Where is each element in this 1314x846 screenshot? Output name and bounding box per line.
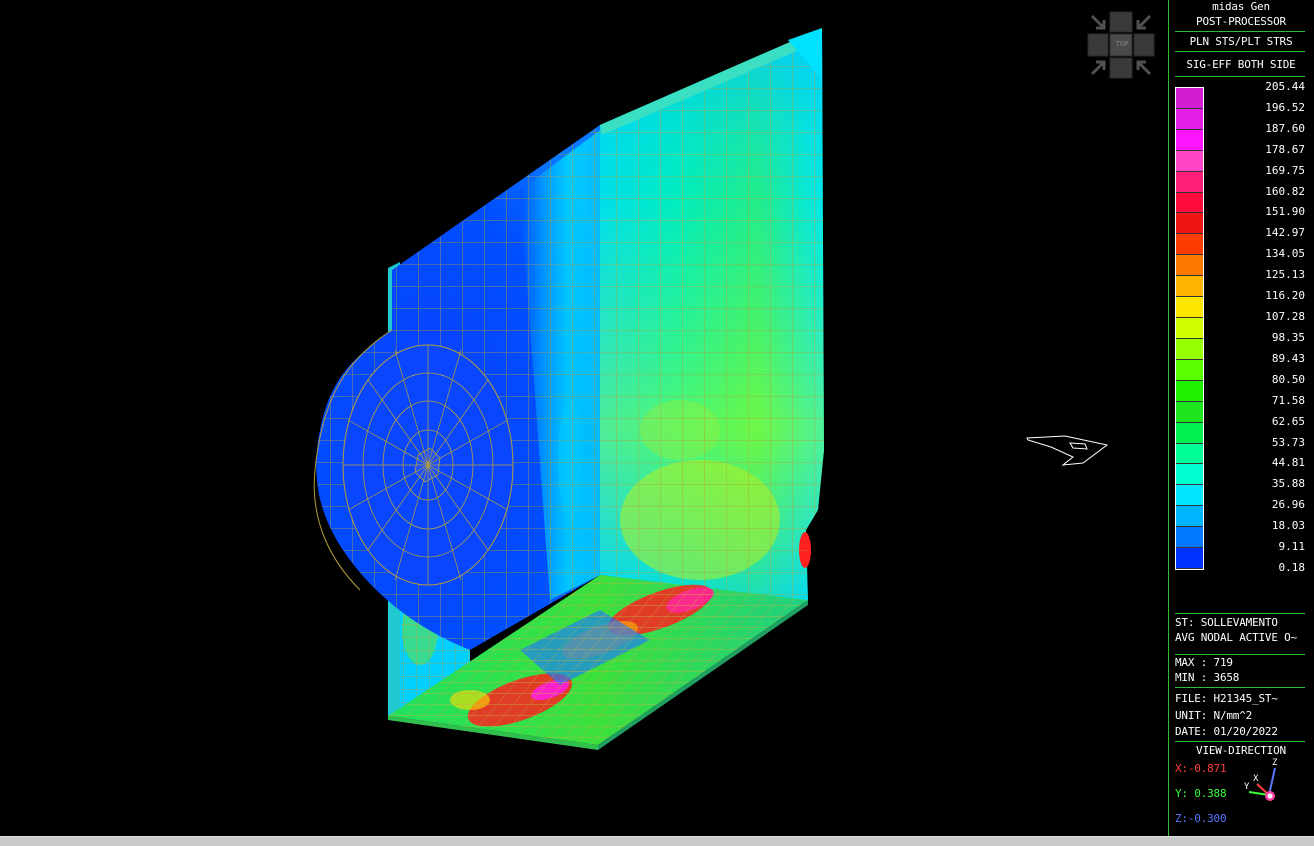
legend-value: 151.90	[1265, 205, 1305, 219]
legend-color-band	[1176, 401, 1203, 423]
legend-value: 53.73	[1271, 435, 1305, 449]
view-direction-x: X:-0.871	[1175, 762, 1227, 775]
legend-value: 9.11	[1278, 540, 1306, 554]
legend-color-band	[1176, 255, 1203, 277]
legend-value: 0.18	[1278, 561, 1306, 574]
legend-color-band	[1176, 88, 1203, 109]
max-label: MAX : 719	[1175, 656, 1233, 669]
divider	[1175, 741, 1305, 742]
mode-label: POST-PROCESSOR	[1196, 15, 1286, 28]
legend-color-band	[1176, 359, 1203, 381]
legend-value: 187.60	[1265, 121, 1305, 135]
axis-x-label: X	[1253, 774, 1259, 784]
legend-value: 71.58	[1271, 393, 1305, 407]
legend-value: 98.35	[1271, 330, 1305, 344]
axis-y-label: Y	[1244, 782, 1250, 792]
legend-color-band	[1176, 527, 1203, 549]
legend-color-band	[1176, 108, 1203, 130]
legend-color-band	[1176, 506, 1203, 528]
result-type: PLN STS/PLT STRS	[1189, 35, 1293, 48]
legend-color-band	[1176, 129, 1203, 151]
view-cube-top-label[interactable]: TOP	[1112, 40, 1132, 48]
contour-legend-bar	[1175, 87, 1204, 570]
file-label: FILE: H21345_ST~	[1175, 692, 1278, 705]
legend-color-band	[1176, 276, 1203, 298]
legend-color-band	[1176, 192, 1203, 214]
legend-color-band	[1176, 213, 1203, 235]
legend-value: 89.43	[1271, 351, 1305, 365]
date-label: DATE: 01/20/2022	[1175, 725, 1278, 738]
min-label: MIN : 3658	[1175, 671, 1240, 684]
legend-value: 196.52	[1265, 100, 1305, 114]
divider	[1175, 51, 1305, 52]
legend-color-band	[1176, 297, 1203, 319]
cursor-frame-outline	[1025, 435, 1111, 470]
model-viewport[interactable]: TOP	[0, 0, 1168, 836]
legend-color-band	[1176, 548, 1203, 569]
divider	[1175, 654, 1305, 655]
legend-value: 178.67	[1265, 142, 1305, 156]
legend-color-band	[1176, 150, 1203, 172]
legend-value: 205.44	[1265, 80, 1305, 93]
unit-label: UNIT: N/mm^2	[1175, 709, 1253, 722]
legend-value: 26.96	[1271, 498, 1305, 512]
view-cube[interactable]: TOP	[1086, 10, 1158, 80]
view-direction-title: VIEW-DIRECTION	[1196, 744, 1286, 757]
legend-color-band	[1176, 338, 1203, 360]
app-title: midas Gen	[1212, 0, 1270, 13]
legend-value: 169.75	[1265, 163, 1305, 177]
legend-value: 44.81	[1271, 456, 1305, 470]
legend-value: 18.03	[1271, 519, 1305, 533]
post-processor-panel: midas Gen POST-PROCESSOR PLN STS/PLT STR…	[1168, 0, 1313, 836]
legend-color-band	[1176, 422, 1203, 444]
legend-color-band	[1176, 234, 1203, 256]
legend-value: 62.65	[1271, 414, 1305, 428]
legend-value: 134.05	[1265, 247, 1305, 261]
axis-triad-icon: Z Y X	[1241, 758, 1281, 807]
divider	[1175, 687, 1305, 688]
legend-value: 35.88	[1271, 477, 1305, 491]
divider	[1175, 613, 1305, 614]
component-label: SIG-EFF BOTH SIDE	[1186, 58, 1296, 71]
legend-value: 107.28	[1265, 310, 1305, 324]
fe-stress-contour-model	[313, 28, 824, 750]
legend-value: 116.20	[1265, 289, 1305, 303]
legend-color-band	[1176, 171, 1203, 193]
divider	[1175, 31, 1305, 32]
legend-color-band	[1176, 443, 1203, 465]
legend-value: 80.50	[1271, 372, 1305, 386]
axis-z-label: Z	[1272, 758, 1278, 768]
legend-value: 160.82	[1265, 184, 1305, 198]
legend-color-band	[1176, 485, 1203, 507]
legend-value: 142.97	[1265, 226, 1305, 240]
legend-color-band	[1176, 464, 1203, 486]
view-direction-z: Z:-0.300	[1175, 812, 1227, 825]
legend-color-band	[1176, 380, 1203, 402]
divider	[1175, 76, 1305, 77]
avg-mode-label: AVG NODAL ACTIVE O~	[1175, 631, 1298, 644]
step-label: ST: SOLLEVAMENTO	[1175, 616, 1278, 629]
legend-value: 125.13	[1265, 268, 1305, 282]
legend-color-band	[1176, 318, 1203, 339]
view-direction-y: Y: 0.388	[1175, 787, 1227, 800]
